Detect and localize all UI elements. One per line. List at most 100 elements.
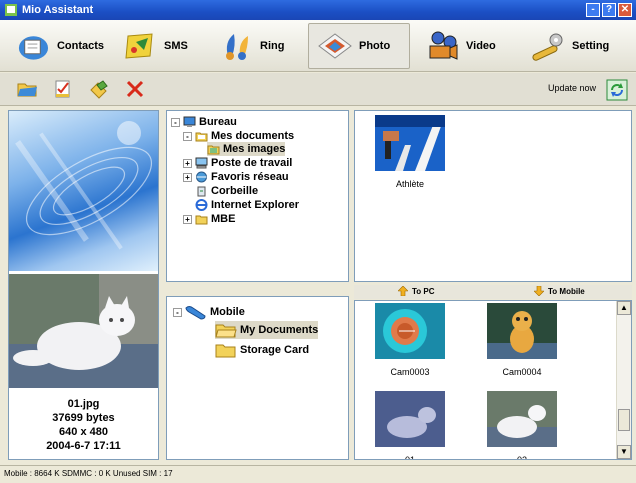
banner-graphic: [15, 121, 153, 250]
file-dimensions: 640 x 480: [59, 426, 108, 438]
to-pc-button[interactable]: To PC: [398, 286, 435, 296]
expand-toggle[interactable]: +: [183, 158, 192, 168]
app-icon: [5, 4, 17, 16]
minimize-button[interactable]: -: [586, 3, 600, 17]
delete-icon[interactable]: [124, 78, 146, 100]
vertical-scrollbar[interactable]: ▲ ▼: [616, 301, 631, 459]
to-pc-label: To PC: [412, 286, 435, 296]
tree-node-my-documents[interactable]: My Documents: [215, 321, 319, 339]
phone-icon: [185, 306, 206, 320]
tree-node-corbeille[interactable]: Corbeille: [195, 184, 258, 198]
photo-preview: [9, 274, 158, 388]
scroll-up-button[interactable]: ▲: [617, 301, 631, 315]
computer-icon: [195, 157, 208, 169]
open-folder-icon[interactable]: [16, 78, 38, 100]
collapse-toggle[interactable]: -: [183, 131, 192, 141]
close-button[interactable]: ✕: [618, 3, 632, 17]
tree-label: My Documents: [240, 324, 319, 336]
tree-label: MBE: [211, 213, 236, 225]
sms-icon: [125, 32, 153, 59]
tree-label: Favoris réseau: [211, 171, 289, 183]
folder-icon: [215, 344, 236, 358]
tree-node-favoris-reseau[interactable]: + Favoris réseau: [183, 170, 289, 184]
tab-photo-label: Photo: [359, 39, 391, 52]
tree-node-mobile[interactable]: - Mobile: [173, 303, 245, 321]
edit-icon[interactable]: [52, 78, 74, 100]
mobile-folder-tree[interactable]: - Mobile My Documents Storage Card: [166, 296, 349, 460]
tab-setting-label: Setting: [572, 39, 610, 52]
collapse-toggle[interactable]: -: [173, 307, 182, 317]
tree-label: Corbeille: [211, 185, 259, 197]
file-02-photo: [487, 391, 557, 447]
tab-contacts[interactable]: Contacts: [0, 23, 112, 69]
to-mobile-button[interactable]: To Mobile: [534, 286, 585, 296]
desktop-icon: [183, 116, 196, 127]
expand-toggle[interactable]: +: [183, 214, 192, 224]
tree-label: Mes images: [223, 143, 286, 155]
pc-files-panel: Athlète: [354, 110, 632, 282]
recycle-bin-icon: [197, 186, 206, 197]
mobile-files-panel: Cam0003 Cam0004 01 02 ▲ ▼: [354, 300, 632, 460]
network-icon: [196, 171, 207, 183]
preview-panel: 01.jpg 37699 bytes 640 x 480 2004-6-7 17…: [8, 110, 159, 460]
contacts-icon: [18, 35, 49, 60]
pc-folder-tree[interactable]: - Bureau - Mes documents Mes images + Po…: [166, 110, 349, 282]
tree-label: Poste de travail: [211, 157, 293, 169]
arrow-up-icon: [398, 286, 408, 296]
title-bar: Mio Assistant - ? ✕: [0, 0, 636, 20]
file-thumbnail[interactable]: 01: [375, 391, 445, 459]
update-now-label[interactable]: Update now: [548, 83, 596, 93]
banner-image: [9, 111, 158, 271]
to-mobile-label: To Mobile: [548, 286, 585, 296]
file-caption: Cam0004: [502, 367, 542, 377]
setting-icon: [532, 33, 563, 61]
tree-node-bureau[interactable]: - Bureau: [171, 115, 237, 129]
expand-toggle[interactable]: +: [183, 172, 192, 182]
tree-node-storage-card[interactable]: Storage Card: [215, 341, 309, 359]
file-01-photo: [375, 391, 445, 447]
cam0004-photo: [487, 303, 557, 359]
file-thumbnail[interactable]: Cam0003: [375, 303, 445, 377]
tab-ring-label: Ring: [260, 39, 285, 52]
file-size: 37699 bytes: [52, 412, 115, 424]
folder-open-icon: [195, 132, 208, 142]
tools-icon[interactable]: [88, 78, 110, 100]
video-icon: [429, 31, 458, 60]
scroll-down-button[interactable]: ▼: [617, 445, 631, 459]
file-caption: 01: [375, 455, 445, 459]
tree-label: Mobile: [210, 306, 245, 318]
file-name: 01.jpg: [67, 398, 100, 410]
tree-label: Bureau: [199, 116, 237, 128]
collapse-toggle[interactable]: -: [171, 117, 180, 127]
photo-icon: [318, 32, 352, 59]
athlete-photo: [375, 115, 445, 171]
folder-open-icon: [215, 324, 237, 338]
file-thumbnail[interactable]: Cam0004: [487, 303, 557, 377]
file-caption: Cam0003: [390, 367, 430, 377]
tree-node-mes-images[interactable]: Mes images: [207, 142, 286, 156]
tab-sms[interactable]: SMS: [114, 23, 208, 69]
cam0003-photo: [375, 303, 445, 359]
file-caption: Athlète: [395, 179, 425, 189]
tree-node-mbe[interactable]: + MBE: [183, 212, 235, 226]
scroll-thumb[interactable]: [618, 409, 630, 431]
tab-ring[interactable]: Ring: [210, 23, 306, 69]
tree-node-poste-de-travail[interactable]: + Poste de travail: [183, 156, 292, 170]
tree-label: Internet Explorer: [211, 199, 300, 211]
toolbar: Update now: [0, 73, 636, 106]
window-title: Mio Assistant: [22, 4, 94, 16]
tab-video[interactable]: Video: [412, 23, 512, 69]
tab-setting[interactable]: Setting: [514, 23, 624, 69]
tree-node-mes-documents[interactable]: - Mes documents: [183, 129, 294, 143]
tree-label: Mes documents: [211, 130, 295, 142]
folder-icon: [195, 215, 208, 225]
file-thumbnail[interactable]: 02: [487, 391, 557, 459]
transfer-bar: To PC To Mobile: [354, 285, 632, 299]
file-thumbnail[interactable]: Athlète: [375, 115, 445, 189]
tab-video-label: Video: [466, 39, 496, 52]
tree-node-internet-explorer[interactable]: Internet Explorer: [195, 198, 299, 212]
help-button[interactable]: ?: [602, 3, 616, 17]
tab-photo[interactable]: Photo: [308, 22, 410, 69]
file-info: 01.jpg 37699 bytes 640 x 480 2004-6-7 17…: [9, 397, 158, 453]
refresh-icon[interactable]: [606, 79, 628, 101]
